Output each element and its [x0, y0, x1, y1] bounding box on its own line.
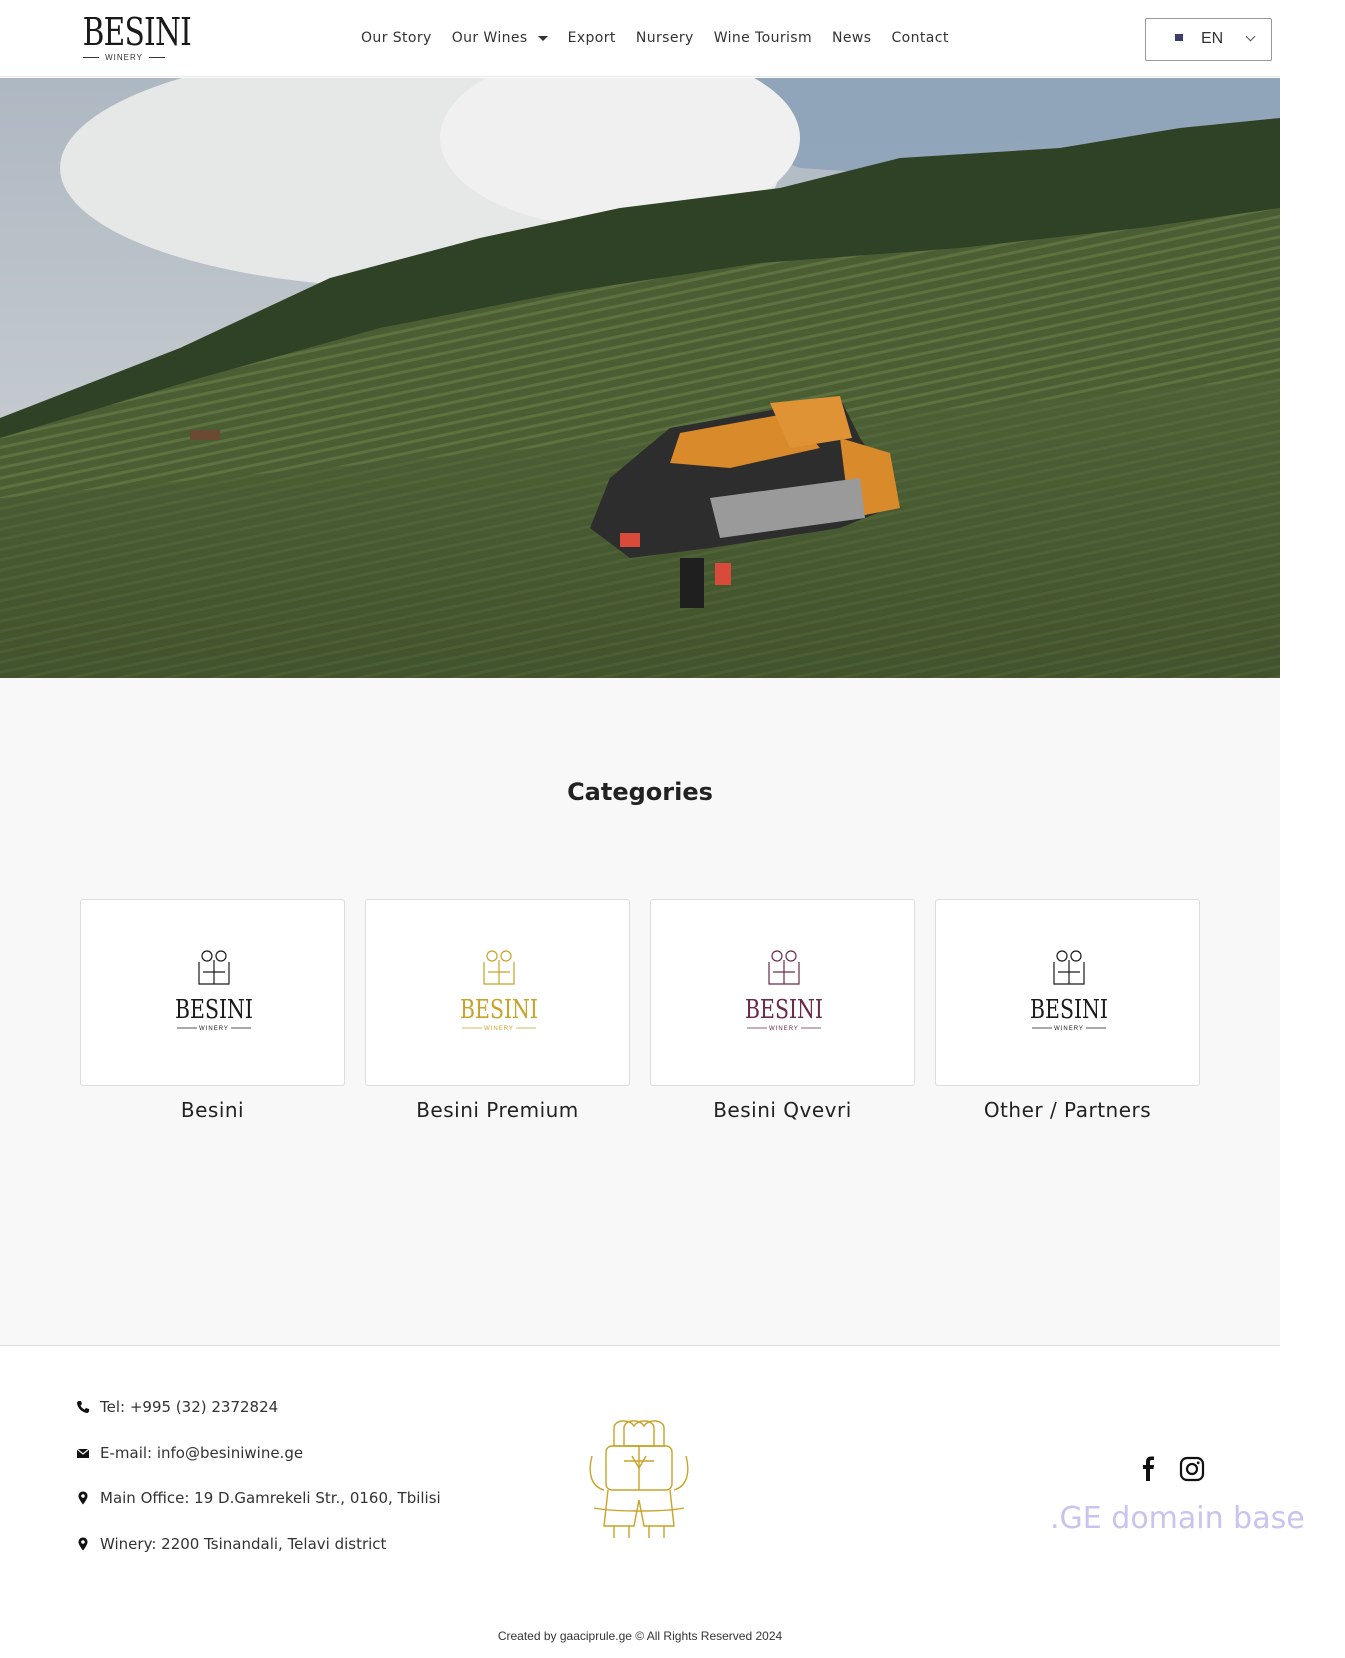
- language-selector[interactable]: EN: [1145, 18, 1272, 61]
- site-header: BESINI WINERY Our Story Our Wines Export…: [0, 0, 1280, 77]
- categories-section: Categories BESINI WINERY Besini BESINI W…: [0, 678, 1280, 1345]
- map-pin-icon: [78, 1537, 88, 1551]
- contact-email-text: E-mail: info@besiniwine.ge: [100, 1444, 304, 1462]
- instagram-icon[interactable]: [1179, 1456, 1205, 1482]
- hero-image: [0, 78, 1280, 678]
- winery-emblem-icon: [589, 1420, 689, 1538]
- contact-main-office[interactable]: Main Office: 19 D.Gamrekeli Str., 0160, …: [76, 1489, 441, 1507]
- svg-text:WINERY: WINERY: [484, 1026, 514, 1032]
- facebook-icon[interactable]: [1136, 1456, 1162, 1482]
- vineyard-harvester-photo: [0, 78, 1280, 678]
- site-footer: Tel: +995 (32) 2372824 E-mail: info@besi…: [0, 1345, 1305, 1658]
- envelope-icon: [76, 1448, 90, 1458]
- domain-watermark: .GE domain base: [1050, 1501, 1305, 1536]
- category-card-besini-premium[interactable]: BESINI WINERY: [365, 899, 630, 1086]
- nav-contact[interactable]: Contact: [891, 28, 948, 48]
- page: BESINI WINERY Our Story Our Wines Export…: [0, 0, 1345, 1658]
- caret-down-icon: [537, 35, 548, 41]
- contact-phone[interactable]: Tel: +995 (32) 2372824: [76, 1398, 278, 1416]
- category-label-besini-premium[interactable]: Besini Premium: [365, 1098, 630, 1122]
- svg-text:WINERY: WINERY: [199, 1026, 229, 1032]
- besini-premium-logo-icon: BESINI WINERY: [460, 950, 538, 1032]
- us-flag-icon: [1175, 34, 1193, 46]
- nav-our-wines-label: Our Wines: [451, 30, 528, 46]
- contact-phone-text: Tel: +995 (32) 2372824: [100, 1398, 279, 1416]
- contact-winery-text: Winery: 2200 Tsinandali, Telavi district: [100, 1535, 387, 1553]
- logo[interactable]: BESINI WINERY: [71, 10, 192, 64]
- main-nav: Our Story Our Wines Export Nursery Wine …: [361, 28, 969, 48]
- category-card-besini-qvevri[interactable]: BESINI WINERY: [650, 899, 915, 1086]
- category-label-besini[interactable]: Besini: [80, 1098, 345, 1122]
- language-code: EN: [1201, 30, 1224, 47]
- nav-our-story[interactable]: Our Story: [361, 28, 432, 48]
- category-label-other-partners[interactable]: Other / Partners: [935, 1098, 1200, 1122]
- nav-wine-tourism[interactable]: Wine Tourism: [714, 28, 812, 48]
- category-card-other-partners[interactable]: BESINI WINERY: [935, 899, 1200, 1086]
- other-partners-logo-icon: BESINI WINERY: [1030, 950, 1108, 1032]
- svg-text:BESINI: BESINI: [460, 995, 538, 1025]
- svg-text:BESINI: BESINI: [745, 995, 823, 1025]
- map-pin-icon: [78, 1491, 88, 1505]
- logo-subtitle: WINERY: [71, 53, 177, 62]
- nav-news[interactable]: News: [832, 28, 871, 48]
- footer-credit: Created by gaaciprule.ge © All Rights Re…: [497, 1629, 783, 1643]
- phone-icon: [77, 1401, 89, 1413]
- besini-logo-icon: BESINI WINERY: [175, 950, 253, 1032]
- svg-text:WINERY: WINERY: [1054, 1026, 1084, 1032]
- svg-text:BESINI: BESINI: [1030, 995, 1108, 1025]
- nav-export[interactable]: Export: [568, 28, 616, 48]
- contact-email[interactable]: E-mail: info@besiniwine.ge: [76, 1444, 303, 1462]
- contact-winery[interactable]: Winery: 2200 Tsinandali, Telavi district: [76, 1535, 386, 1553]
- svg-text:BESINI: BESINI: [175, 995, 253, 1025]
- category-label-besini-qvevri[interactable]: Besini Qvevri: [650, 1098, 915, 1122]
- besini-qvevri-logo-icon: BESINI WINERY: [745, 950, 823, 1032]
- categories-title: Categories: [567, 778, 713, 806]
- contact-main-office-text: Main Office: 19 D.Gamrekeli Str., 0160, …: [100, 1489, 441, 1507]
- logo-wordmark: BESINI: [82, 10, 192, 54]
- category-card-besini[interactable]: BESINI WINERY: [80, 899, 345, 1086]
- nav-our-wines[interactable]: Our Wines: [452, 28, 548, 48]
- nav-nursery[interactable]: Nursery: [636, 28, 694, 48]
- chevron-down-icon: [1245, 31, 1256, 42]
- svg-text:WINERY: WINERY: [769, 1026, 799, 1032]
